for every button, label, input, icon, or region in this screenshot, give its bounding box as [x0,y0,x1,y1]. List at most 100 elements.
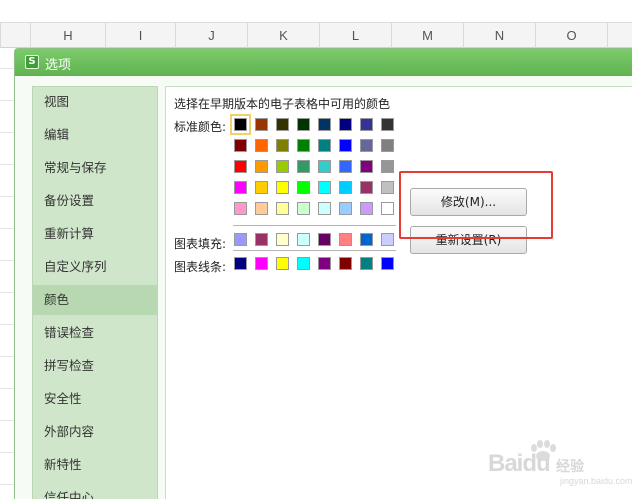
column-header-k[interactable]: K [247,23,319,48]
standard-color-swatch-1-5[interactable] [339,139,352,152]
toolbar-area [0,0,632,22]
sidebar-item-external[interactable]: 外部内容 [33,417,157,447]
gridline [0,164,14,165]
chart-fill-swatch-5[interactable] [339,233,352,246]
separator [233,225,396,226]
row-gridlines [0,48,14,499]
chart-fill-swatch-1[interactable] [255,233,268,246]
column-header-l[interactable]: L [319,23,391,48]
chart-fill-swatch-2[interactable] [276,233,289,246]
sidebar-item-general-save[interactable]: 常规与保存 [33,153,157,183]
standard-color-swatch-2-6[interactable] [360,160,373,173]
standard-color-swatch-4-2[interactable] [276,202,289,215]
standard-color-swatch-3-7[interactable] [381,181,394,194]
annotation-highlight-box [399,171,553,239]
sidebar-item-color[interactable]: 颜色 [33,285,157,315]
chart-line-swatch-2[interactable] [276,257,289,270]
standard-color-swatch-1-3[interactable] [297,139,310,152]
chart-line-swatch-1[interactable] [255,257,268,270]
chart-fill-label: 图表填充: [174,237,227,251]
gridline [0,356,14,357]
column-header-partial [0,23,30,48]
standard-color-swatch-2-5[interactable] [339,160,352,173]
chart-line-swatch-4[interactable] [318,257,331,270]
standard-color-swatch-3-0[interactable] [234,181,247,194]
standard-color-swatch-4-7[interactable] [381,202,394,215]
standard-color-swatch-4-0[interactable] [234,202,247,215]
chart-line-swatch-6[interactable] [360,257,373,270]
standard-color-swatch-0-7[interactable] [381,118,394,131]
chart-line-swatch-3[interactable] [297,257,310,270]
standard-color-swatch-1-2[interactable] [276,139,289,152]
column-header-o[interactable]: O [535,23,607,48]
standard-color-swatch-2-3[interactable] [297,160,310,173]
standard-color-swatch-4-1[interactable] [255,202,268,215]
standard-color-swatch-0-4[interactable] [318,118,331,131]
standard-color-swatch-4-3[interactable] [297,202,310,215]
watermark-brand: Baidu [488,450,551,477]
standard-color-swatch-2-2[interactable] [276,160,289,173]
gridline [0,132,14,133]
chart-line-label: 图表线条: [174,260,227,274]
standard-color-swatch-0-5[interactable] [339,118,352,131]
standard-color-swatch-4-5[interactable] [339,202,352,215]
standard-color-swatch-2-0[interactable] [234,160,247,173]
standard-color-swatch-1-6[interactable] [360,139,373,152]
dialog-titlebar[interactable]: S 选项 [15,49,632,76]
sidebar-item-recalculate[interactable]: 重新计算 [33,219,157,249]
standard-color-swatch-3-5[interactable] [339,181,352,194]
column-header-partial-right [607,23,632,48]
chart-fill-swatch-6[interactable] [360,233,373,246]
watermark-suffix: 经验 [556,458,584,474]
sidebar-item-trust-center[interactable]: 信任中心 [33,483,157,499]
gridline [0,260,14,261]
standard-color-swatch-0-0[interactable] [230,114,251,135]
standard-color-swatch-3-6[interactable] [360,181,373,194]
standard-color-swatch-4-4[interactable] [318,202,331,215]
standard-color-swatch-0-1[interactable] [255,118,268,131]
sidebar-item-backup[interactable]: 备份设置 [33,186,157,216]
dialog-body: 视图 编辑 常规与保存 备份设置 重新计算 自定义序列 颜色 错误检查 拼写检查… [15,76,632,499]
standard-color-swatch-3-4[interactable] [318,181,331,194]
gridline [0,420,14,421]
options-dialog: S 选项 视图 编辑 常规与保存 备份设置 重新计算 自定义序列 颜色 错误检查… [14,48,632,499]
gridline [0,452,14,453]
column-header-m[interactable]: M [391,23,463,48]
chart-fill-swatch-4[interactable] [318,233,331,246]
chart-fill-swatch-3[interactable] [297,233,310,246]
column-header-n[interactable]: N [463,23,535,48]
chart-line-swatch-5[interactable] [339,257,352,270]
gridline [0,388,14,389]
sidebar-item-view[interactable]: 视图 [33,87,157,117]
standard-color-swatch-2-1[interactable] [255,160,268,173]
column-header-j[interactable]: J [175,23,247,48]
chart-line-swatch-7[interactable] [381,257,394,270]
sidebar-item-custom-lists[interactable]: 自定义序列 [33,252,157,282]
sidebar-item-new-features[interactable]: 新特性 [33,450,157,480]
standard-color-swatch-0-2[interactable] [276,118,289,131]
standard-color-swatch-0-6[interactable] [360,118,373,131]
panel-heading: 选择在早期版本的电子表格中可用的颜色 [174,97,391,111]
sidebar-item-spell-check[interactable]: 拼写检查 [33,351,157,381]
standard-color-swatch-4-6[interactable] [360,202,373,215]
chart-fill-swatch-0[interactable] [234,233,247,246]
standard-color-swatch-1-7[interactable] [381,139,394,152]
standard-color-swatch-3-2[interactable] [276,181,289,194]
standard-color-swatch-1-1[interactable] [255,139,268,152]
app-logo-icon: S [25,55,39,69]
standard-color-swatch-2-4[interactable] [318,160,331,173]
chart-fill-swatch-7[interactable] [381,233,394,246]
gridline [0,324,14,325]
chart-line-swatch-0[interactable] [234,257,247,270]
sidebar-item-error-check[interactable]: 错误检查 [33,318,157,348]
standard-color-swatch-3-3[interactable] [297,181,310,194]
standard-color-swatch-1-0[interactable] [234,139,247,152]
column-header-h[interactable]: H [30,23,105,48]
standard-color-swatch-1-4[interactable] [318,139,331,152]
sidebar-item-security[interactable]: 安全性 [33,384,157,414]
sidebar-item-edit[interactable]: 编辑 [33,120,157,150]
standard-color-swatch-2-7[interactable] [381,160,394,173]
column-header-i[interactable]: I [105,23,175,48]
standard-color-swatch-3-1[interactable] [255,181,268,194]
standard-color-swatch-0-3[interactable] [297,118,310,131]
